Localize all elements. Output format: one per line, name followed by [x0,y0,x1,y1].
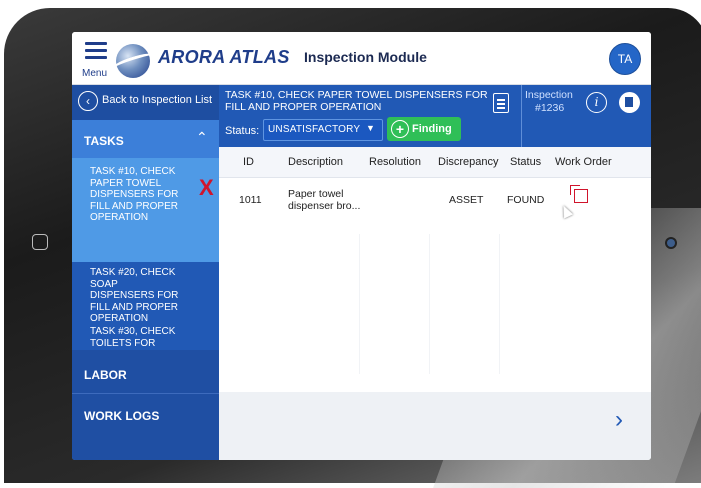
tasks-section-header[interactable]: TASKS ⌃ [72,120,219,158]
task-header-bar: Task #10, CHECK PAPER TOWEL DISPENSERS F… [219,85,651,147]
chevron-right-icon[interactable]: › [615,406,623,434]
cell-id: 1011 [239,194,262,206]
table-header: ID Description Resolution Discrepancy St… [219,147,651,178]
column-header-discrepancy[interactable]: Discrepancy [438,156,499,168]
user-avatar[interactable]: TA [609,43,641,75]
sidebar-item-work-logs[interactable]: WORK LOGS [84,409,159,423]
ghost-divider [429,234,430,374]
hamburger-icon [85,42,107,45]
sidebar-task-10[interactable]: Task #10, CHECK PAPER TOWEL DISPENSERS F… [72,158,219,262]
description-line: Paper towel [288,188,344,200]
tasks-label: TASKS [84,134,124,148]
status-dropdown[interactable]: UNSATISFACTORY ▼ [263,119,383,141]
app-screen: Menu ARORA ATLAS Inspection Module TA ‹ … [72,32,651,460]
brand-name: ARORA ATLAS [158,47,290,67]
add-finding-button[interactable]: + Finding [387,117,461,141]
sidebar-task-20[interactable]: Task #20, CHECK SOAP DISPENSERS FOR FILL… [72,267,219,325]
ghost-divider [359,234,360,374]
column-header-description[interactable]: Description [288,156,343,168]
status-value: UNSATISFACTORY [268,124,361,135]
table-row[interactable]: 1011 Paper towel dispenser bro... ASSET … [219,178,651,224]
sidebar: ‹ Back to Inspection List TASKS ⌃ Task #… [72,85,219,460]
column-header-work-order[interactable]: Work Order [555,156,612,168]
inspection-number: #1236 [535,102,565,114]
task-title: Task #10, CHECK PAPER TOWEL DISPENSERS F… [225,89,488,113]
description-line: dispenser bro... [288,200,361,212]
bottom-strip [219,392,651,460]
cell-status: FOUND [507,194,545,206]
status-label: Status: [225,125,260,137]
menu-button[interactable]: Menu [82,40,112,79]
hamburger-icon-bar [85,49,107,52]
finding-label: Finding [412,123,452,135]
top-bar: Menu ARORA ATLAS Inspection Module TA [72,32,651,85]
task-label: Task #10, CHECK PAPER TOWEL DISPENSERS F… [90,166,179,223]
column-header-resolution[interactable]: Resolution [369,156,421,168]
header-divider [521,85,522,147]
document-icon[interactable] [493,93,509,113]
hamburger-icon-bar [85,56,107,59]
column-header-status[interactable]: Status [510,156,541,168]
sidebar-item-labor[interactable]: LABOR [84,368,127,382]
pointer-cursor-icon [558,203,574,219]
module-title: Inspection Module [304,49,427,65]
back-label: Back to Inspection List [102,94,213,106]
chevron-left-circle-icon: ‹ [78,91,98,111]
copy-icon[interactable] [570,185,588,203]
empty-table-area [219,224,651,384]
cell-description: Paper towel dispenser bro... [288,188,361,212]
camera-dot [667,239,675,247]
ghost-divider [499,234,500,374]
cell-discrepancy: ASSET [449,194,484,206]
chevron-up-icon: ⌃ [196,129,208,145]
map-icon[interactable] [619,92,640,113]
task-label: Task #20, CHECK SOAP DISPENSERS FOR FILL… [90,267,179,324]
column-header-id[interactable]: ID [243,156,254,168]
sidebar-lower-sections [72,350,219,460]
plus-circle-icon: + [391,120,409,138]
globe-logo-icon [116,44,150,78]
caret-down-icon: ▼ [366,123,375,133]
flag-x-icon: X [199,175,214,200]
home-button[interactable] [32,234,48,250]
info-icon[interactable]: i [586,92,607,113]
sidebar-divider [72,393,219,394]
inspection-label: Inspection [525,89,573,101]
menu-label: Menu [82,68,108,79]
back-to-inspection-list[interactable]: ‹ Back to Inspection List [72,85,219,120]
